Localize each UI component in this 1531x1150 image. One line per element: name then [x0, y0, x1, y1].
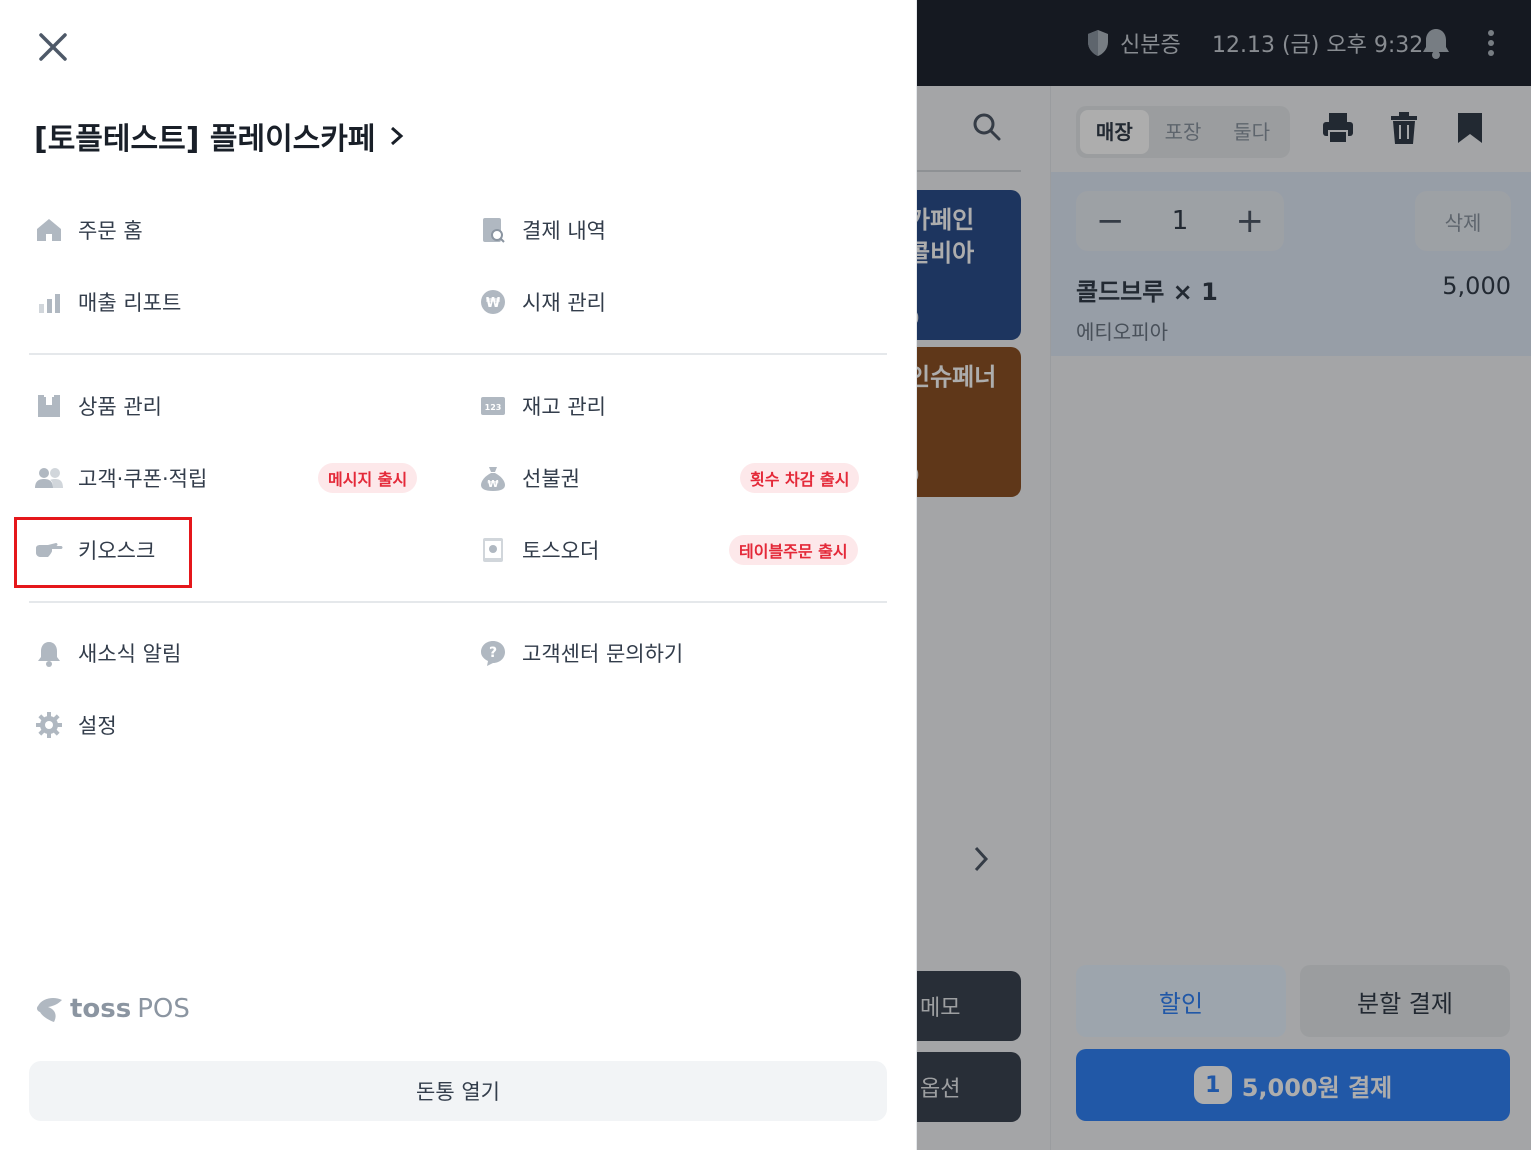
receipt-search-icon [483, 218, 505, 243]
new-badge: 테이블주문 출시 [729, 535, 858, 565]
bar-chart-icon [39, 294, 60, 313]
menu-divider [29, 353, 887, 355]
menu-label: 선불권 [522, 467, 580, 491]
svg-text:₩: ₩ [486, 296, 501, 311]
svg-text:123: 123 [485, 403, 502, 412]
menu-label: 재고 관리 [522, 395, 606, 419]
menu-prepaid[interactable]: ₩ 선불권 [478, 456, 580, 500]
svg-text:₩: ₩ [487, 479, 498, 490]
menu-label: 매출 리포트 [78, 291, 182, 315]
menu-label: 새소식 알림 [78, 642, 182, 666]
menu-label: 고객센터 문의하기 [522, 642, 684, 666]
toss-pos-logo: toss POS [34, 994, 190, 1024]
won-coin-icon: ₩ [481, 290, 505, 314]
side-drawer: [토플테스트] 플레이스카페 주문 홈 결제 내역 매출 리포트 ₩ 시재 관리… [0, 0, 917, 1150]
home-icon [37, 219, 61, 241]
store-name: [토플테스트] 플레이스카페 [34, 122, 376, 157]
gear-icon [36, 712, 62, 738]
store-selector[interactable]: [토플테스트] 플레이스카페 [34, 114, 405, 158]
menu-product-management[interactable]: 상품 관리 [34, 384, 162, 428]
new-badge: 횟수 차감 출시 [740, 463, 860, 493]
menu-settings[interactable]: 설정 [34, 703, 117, 747]
open-cash-drawer-button[interactable]: 돈통 열기 [29, 1061, 887, 1121]
menu-sales-report[interactable]: 매출 리포트 [34, 280, 181, 324]
menu-label: 토스오더 [522, 539, 600, 563]
menu-label: 시재 관리 [522, 291, 606, 315]
menu-customer-coupon[interactable]: 고객·쿠폰·적립 [34, 456, 207, 500]
logo-pos-text: POS [137, 994, 190, 1024]
close-icon[interactable] [34, 28, 72, 66]
menu-label: 고객·쿠폰·적립 [78, 467, 208, 491]
menu-inventory[interactable]: 123 재고 관리 [478, 384, 606, 428]
menu-toss-order[interactable]: 토스오더 [478, 528, 599, 572]
menu-label: 설정 [78, 714, 117, 738]
menu-payment-history[interactable]: 결제 내역 [478, 208, 606, 252]
menu-divider [29, 601, 887, 603]
chevron-right-icon [391, 126, 404, 146]
menu-news-alerts[interactable]: 새소식 알림 [34, 631, 181, 675]
menu-label: 주문 홈 [78, 219, 143, 243]
menu-cash-management[interactable]: ₩ 시재 관리 [478, 280, 606, 324]
tablet-icon [483, 538, 503, 562]
svg-text:?: ? [489, 645, 497, 661]
inventory-123-icon: 123 [481, 397, 505, 415]
money-bag-icon: ₩ [481, 467, 505, 491]
menu-label: 결제 내역 [522, 219, 606, 243]
users-icon [35, 468, 63, 488]
menu-label: 상품 관리 [78, 395, 162, 419]
question-icon: ? [481, 641, 505, 666]
toss-logo-icon [36, 998, 62, 1022]
new-badge: 메시지 출시 [318, 463, 418, 493]
logo-toss-text: toss [70, 994, 132, 1024]
kiosk-highlight-box [14, 517, 192, 588]
menu-customer-center[interactable]: ? 고객센터 문의하기 [478, 631, 683, 675]
box-icon [38, 395, 60, 417]
menu-order-home[interactable]: 주문 홈 [34, 208, 143, 252]
bell-icon [38, 642, 60, 667]
